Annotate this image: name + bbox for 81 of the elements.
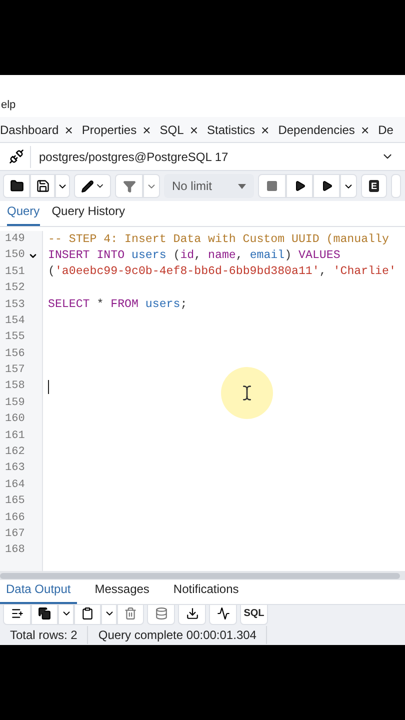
close-icon[interactable]: ×: [64, 122, 73, 136]
line-number: 161: [5, 428, 25, 444]
execute-script-button[interactable]: [313, 174, 340, 198]
code-line: ('a0eebc99-9c0b-4ef8-bb6d-6bb9bd380a11', 'Charlie': [48, 264, 396, 280]
line-number: 162: [5, 445, 25, 460]
save-button[interactable]: [30, 174, 55, 198]
panel-tab[interactable]: Statistics ×: [207, 120, 270, 138]
pencil-icon: [80, 180, 94, 192]
download-button[interactable]: [178, 605, 206, 625]
close-icon[interactable]: ×: [261, 122, 270, 136]
line-number: 156: [5, 346, 25, 362]
sql-button[interactable]: SQL: [240, 605, 268, 625]
line-number: 153: [5, 298, 25, 313]
query-tab[interactable]: Query History: [52, 202, 126, 226]
connection-select[interactable]: postgres/postgres@PostgreSQL 17: [33, 148, 402, 166]
folder-icon: [10, 179, 24, 193]
copy-button[interactable]: [31, 605, 58, 625]
copy-menu-button[interactable]: [58, 605, 74, 625]
explain-button[interactable]: E: [361, 174, 387, 198]
panel-tab[interactable]: Dependencies ×: [278, 120, 370, 138]
line-number: 160: [5, 412, 25, 428]
line-number: 150: [5, 248, 25, 264]
add-row-button[interactable]: [3, 605, 31, 625]
text-caret: [48, 380, 49, 394]
row-count: Total rows: 2: [0, 626, 88, 644]
line-number: 163: [5, 461, 25, 476]
paste-button[interactable]: [74, 605, 101, 625]
caret-icon: [238, 184, 246, 188]
save-data-button[interactable]: [147, 605, 175, 625]
output-tab[interactable]: Notifications: [167, 580, 245, 604]
panel-tab[interactable]: SQL ×: [160, 120, 198, 138]
clipboard-icon: [81, 606, 94, 620]
query-tab[interactable]: Query: [7, 202, 40, 226]
database-icon: [154, 606, 168, 620]
graph-button[interactable]: [209, 605, 237, 625]
line-number: 151: [5, 264, 25, 280]
code-line: -- STEP 4: Insert Data with Custom UUID (manually: [48, 232, 389, 248]
limit-select[interactable]: No limit: [164, 174, 254, 198]
horizontal-scrollbar[interactable]: [0, 571, 405, 580]
code-line: INSERT INTO users (id, name, email) VALUES: [48, 248, 340, 264]
line-number: 167: [5, 526, 25, 542]
line-graph-icon: [216, 606, 230, 620]
filter-icon: [122, 180, 136, 192]
copy-icon: [38, 606, 51, 620]
open-file-button[interactable]: [3, 174, 30, 198]
status-message: Query complete 00:00:01.304: [88, 626, 268, 644]
line-number: 158: [5, 379, 25, 394]
line-number: 166: [5, 510, 25, 526]
panel-tab[interactable]: De: [378, 120, 394, 138]
line-number: 149: [5, 232, 25, 247]
line-number: 159: [5, 396, 25, 411]
line-number: 165: [5, 494, 25, 510]
line-number: 157: [5, 363, 25, 378]
filter-button[interactable]: [115, 174, 143, 198]
menu-item[interactable]: elp: [1, 96, 16, 113]
close-icon[interactable]: ×: [190, 122, 198, 136]
stop-button[interactable]: [258, 174, 286, 198]
delete-button[interactable]: [117, 605, 144, 625]
code-line: SELECT * FROM users;: [48, 297, 188, 314]
line-number: 154: [5, 314, 25, 329]
close-icon[interactable]: ×: [360, 122, 370, 136]
output-tab[interactable]: Messages: [88, 580, 156, 604]
stop-icon: [266, 180, 278, 192]
trash-icon: [124, 606, 137, 620]
panel-tab[interactable]: Properties ×: [82, 120, 151, 138]
play-icon: [320, 180, 332, 192]
line-number: 155: [5, 330, 25, 346]
mouse-pointer-icon: [221, 367, 273, 419]
edit-button[interactable]: [74, 174, 111, 198]
line-number: 168: [5, 543, 25, 558]
line-number: 164: [5, 478, 25, 493]
close-icon[interactable]: ×: [142, 122, 151, 136]
execute-menu-button[interactable]: [340, 174, 357, 198]
play-icon: [294, 180, 306, 192]
paste-menu-button[interactable]: [101, 605, 117, 625]
execute-button[interactable]: [286, 174, 313, 198]
list-plus-icon: [10, 606, 24, 620]
panel-tab[interactable]: Dashboard ×: [0, 120, 73, 138]
line-number: 152: [5, 281, 25, 296]
download-icon: [186, 606, 198, 620]
save-menu-button[interactable]: [55, 174, 70, 198]
